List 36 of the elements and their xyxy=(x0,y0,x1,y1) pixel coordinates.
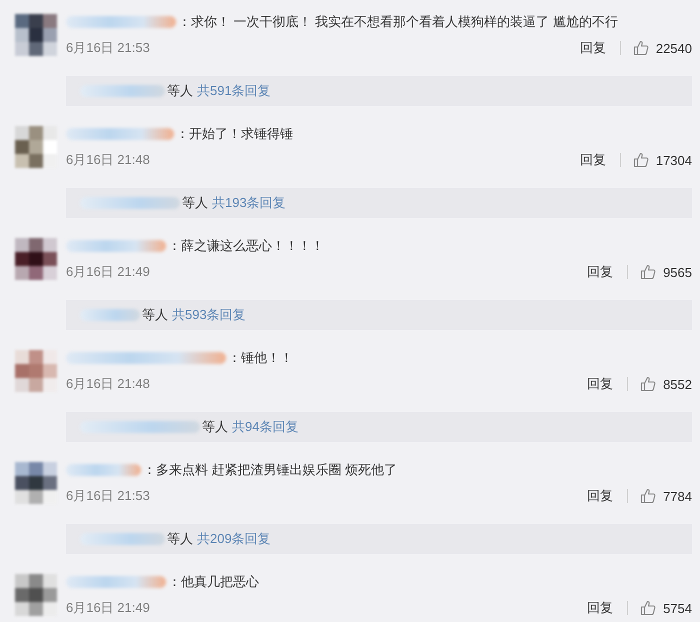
like-count: 17304 xyxy=(656,152,692,168)
like-count: 5754 xyxy=(663,600,692,616)
blurred-username xyxy=(80,309,140,321)
comment-text: ：多来点料 赶紧把渣男锤出娱乐圈 烦死他了 xyxy=(143,461,398,479)
like-count: 8552 xyxy=(663,376,692,392)
thumbs-up-icon[interactable] xyxy=(640,600,656,616)
timestamp: 6月16日 21:48 xyxy=(66,151,150,169)
timestamp: 6月16日 21:48 xyxy=(66,375,150,393)
thumbs-up-icon[interactable] xyxy=(632,152,649,168)
comment-text: ：锤他！！ xyxy=(228,349,293,367)
like-count: 22540 xyxy=(656,40,692,56)
reply-link[interactable]: 回复 xyxy=(580,39,606,57)
thread-text: 等人 xyxy=(167,82,193,100)
reply-link[interactable]: 回复 xyxy=(587,375,614,393)
like-count: 9565 xyxy=(663,264,692,280)
reply-link[interactable]: 回复 xyxy=(587,263,614,281)
thumbs-up-icon[interactable] xyxy=(640,488,656,504)
thumbs-up-icon[interactable] xyxy=(632,40,649,56)
timestamp: 6月16日 21:53 xyxy=(66,39,150,57)
like-count: 7784 xyxy=(663,488,692,504)
comment-text: ：开始了！求锤得锤 xyxy=(176,125,293,143)
thread-text: 等人 xyxy=(182,194,208,212)
thumbs-up-icon[interactable] xyxy=(640,264,656,280)
reply-link[interactable]: 回复 xyxy=(587,487,614,505)
comment-text: ：他真几把恶心 xyxy=(168,573,259,591)
comment-text: ：求你！ 一次干彻底！ 我实在不想看那个看着人模狗样的装逼了 尴尬的不行 xyxy=(178,13,618,31)
thread-text: 等人 xyxy=(167,530,193,548)
comment-text: ：薛之谦这么恶心！！！！ xyxy=(168,237,324,255)
thread-text: 等人 xyxy=(202,418,228,436)
thread-text: 等人 xyxy=(142,306,168,324)
timestamp: 6月16日 21:49 xyxy=(66,263,150,281)
reply-link[interactable]: 回复 xyxy=(580,151,606,169)
thumbs-up-icon[interactable] xyxy=(640,376,656,392)
timestamp: 6月16日 21:49 xyxy=(66,599,150,617)
timestamp: 6月16日 21:53 xyxy=(66,487,150,505)
reply-link[interactable]: 回复 xyxy=(587,599,614,617)
